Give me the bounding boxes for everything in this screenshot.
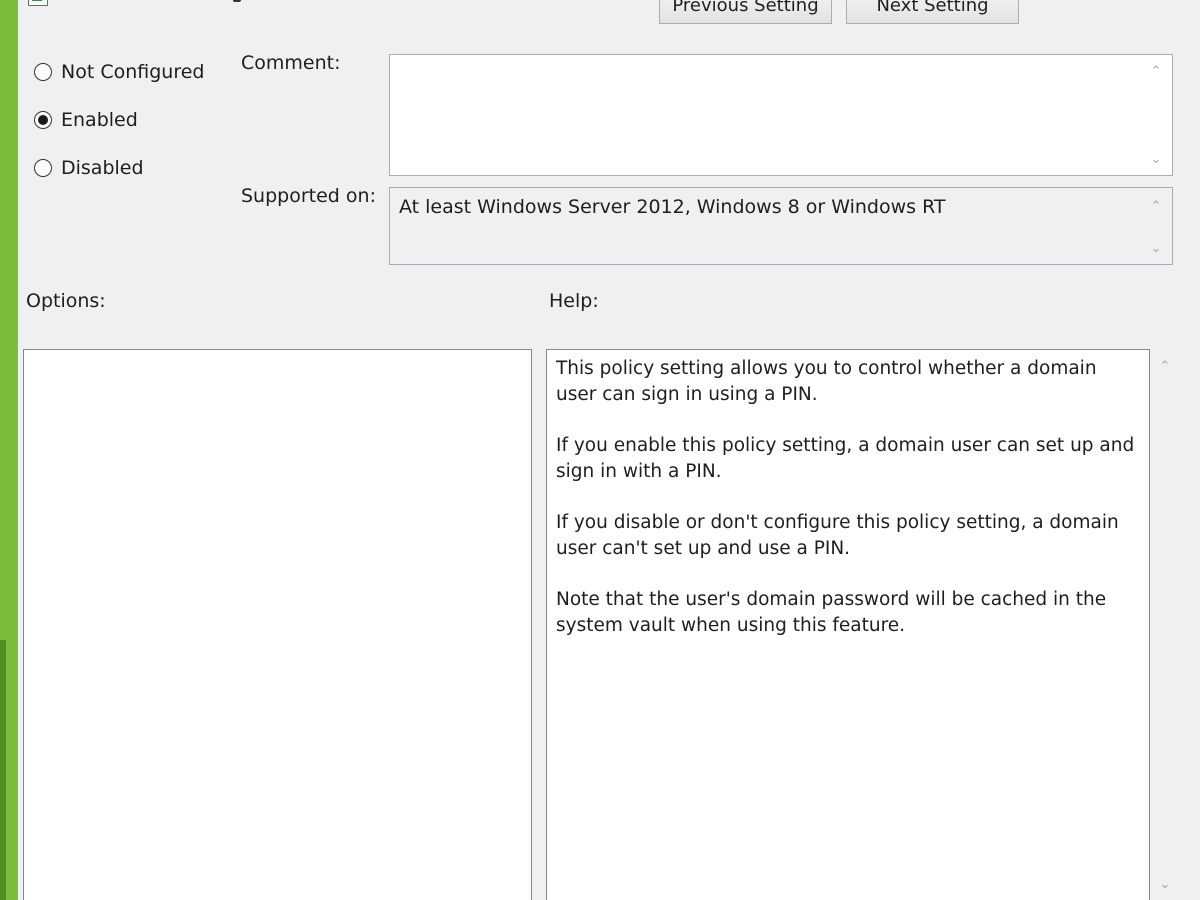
help-text: This policy setting allows you to contro… — [556, 356, 1136, 664]
scroll-down-icon[interactable]: ⌄ — [1149, 153, 1163, 167]
radio-disabled-label: Disabled — [61, 157, 144, 179]
radio-enabled[interactable]: Enabled — [34, 106, 138, 134]
help-paragraph: If you disable or don't configure this p… — [556, 512, 1119, 559]
policy-window-icon — [28, 0, 48, 6]
radio-enabled-circle[interactable] — [34, 111, 52, 129]
radio-disabled-circle[interactable] — [34, 159, 52, 177]
scroll-up-icon[interactable]: ⌃ — [1149, 65, 1163, 79]
options-panel — [23, 349, 532, 900]
supported-on-label: Supported on: — [241, 185, 376, 207]
previous-setting-button[interactable]: Previous Setting — [659, 0, 832, 24]
supported-on-value: At least Windows Server 2012, Windows 8 … — [399, 196, 946, 218]
policy-setting-dialog: Previous Setting Next Setting Not Config… — [0, 0, 1200, 900]
options-label: Options: — [26, 290, 106, 312]
radio-disabled[interactable]: Disabled — [34, 154, 144, 182]
supported-on-field: At least Windows Server 2012, Windows 8 … — [389, 187, 1173, 265]
title-text-fragment — [233, 0, 241, 2]
scroll-up-icon[interactable]: ⌃ — [1149, 200, 1163, 214]
help-paragraph: Note that the user's domain password wil… — [556, 589, 1107, 636]
next-setting-button[interactable]: Next Setting — [846, 0, 1019, 24]
radio-enabled-label: Enabled — [61, 109, 138, 131]
window-frame-shadow — [0, 640, 6, 900]
radio-not-configured-circle[interactable] — [34, 63, 52, 81]
radio-not-configured-label: Not Configured — [61, 61, 205, 83]
comment-field[interactable]: ⌃ ⌄ — [389, 54, 1173, 176]
help-panel: This policy setting allows you to contro… — [546, 349, 1150, 900]
comment-label: Comment: — [241, 52, 341, 74]
help-paragraph: This policy setting allows you to contro… — [556, 358, 1097, 405]
help-paragraph: If you enable this policy setting, a dom… — [556, 435, 1135, 482]
scroll-down-icon[interactable]: ⌄ — [1158, 878, 1172, 892]
dialog-content: Previous Setting Next Setting Not Config… — [18, 0, 1200, 900]
scroll-down-icon[interactable]: ⌄ — [1149, 242, 1163, 256]
radio-not-configured[interactable]: Not Configured — [34, 58, 204, 86]
scroll-up-icon[interactable]: ⌃ — [1158, 360, 1172, 374]
help-label: Help: — [549, 290, 599, 312]
